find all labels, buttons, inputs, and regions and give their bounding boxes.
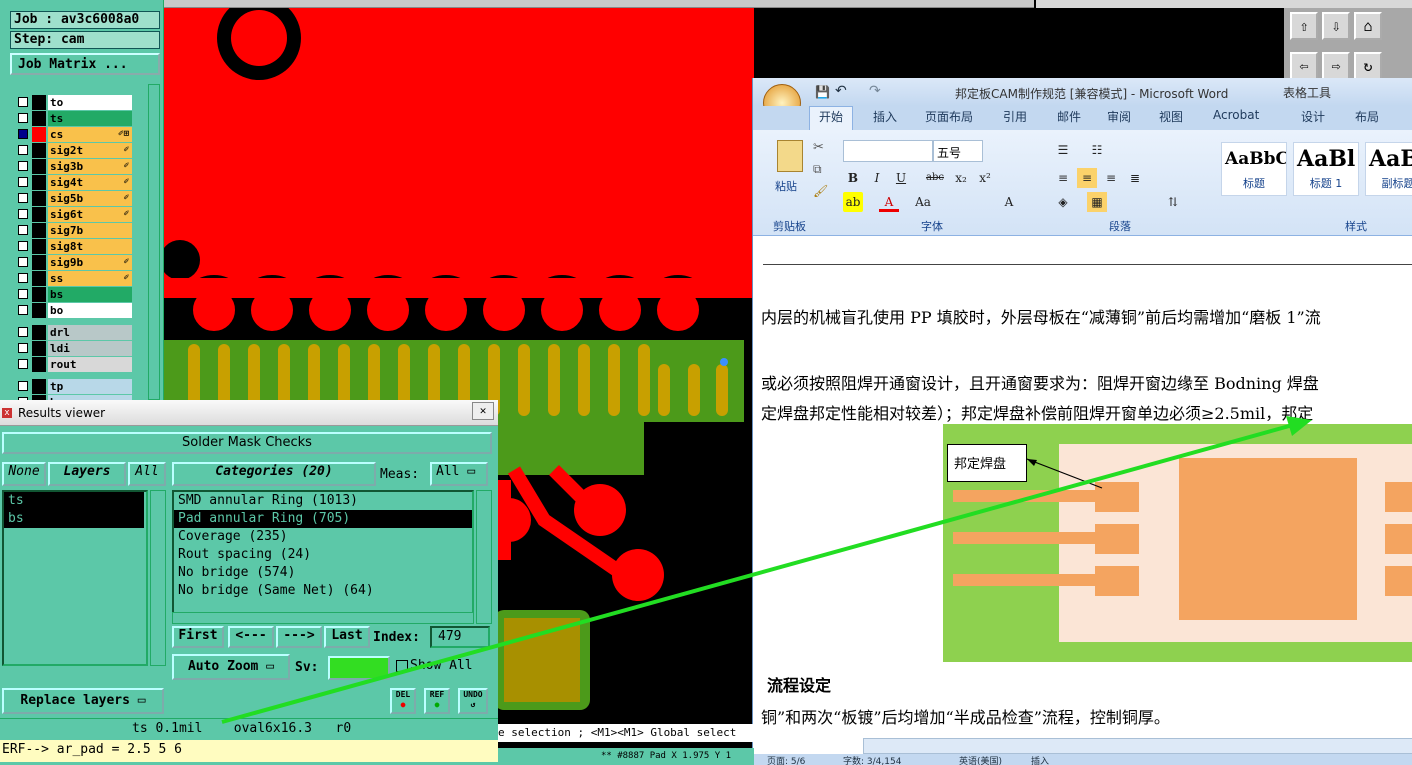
annotation-arrow-icon	[221, 416, 1312, 724]
